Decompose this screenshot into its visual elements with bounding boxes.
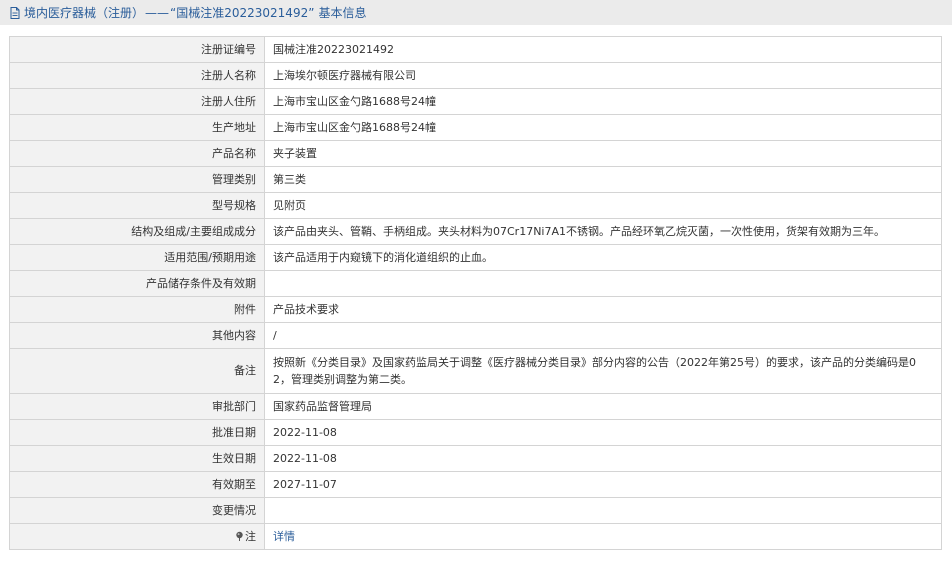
note-row-label: 注 [9,523,265,550]
table-row: 变更情况 [9,497,942,524]
pin-icon [236,531,243,541]
row-value: 上海埃尔顿医疗器械有限公司 [264,62,942,89]
row-value: 该产品由夹头、管鞘、手柄组成。夹头材料为07Cr17Ni7A1不锈钢。产品经环氧… [264,218,942,245]
row-value: 2022-11-08 [264,445,942,472]
row-value: 夹子装置 [264,140,942,167]
header-category: 境内医疗器械（注册） [24,6,145,20]
registration-info-table: 注册证编号 国械注准20223021492 注册人名称 上海埃尔顿医疗器械有限公… [9,36,942,550]
row-label: 注册证编号 [9,36,265,63]
note-label: 注 [245,529,256,543]
page-header: 境内医疗器械（注册） —— “国械注准20223021492” 基本信息 [0,0,952,25]
row-value: 按照新《分类目录》及国家药监局关于调整《医疗器械分类目录》部分内容的公告（202… [264,348,942,394]
row-label: 附件 [9,296,265,323]
row-label: 有效期至 [9,471,265,498]
row-value: 见附页 [264,192,942,219]
table-row: 附件 产品技术要求 [9,296,942,323]
row-label: 适用范围/预期用途 [9,244,265,271]
note-row-value: 详情 [264,523,942,550]
details-link[interactable]: 详情 [273,530,295,543]
table-row: 注 详情 [9,523,942,550]
table-row: 审批部门 国家药品监督管理局 [9,393,942,420]
header-suffix: 基本信息 [318,6,367,20]
table-row: 产品储存条件及有效期 [9,270,942,297]
row-label: 备注 [9,348,265,394]
row-label: 变更情况 [9,497,265,524]
table-row: 生产地址 上海市宝山区金勺路1688号24幢 [9,114,942,141]
table-row: 有效期至 2027-11-07 [9,471,942,498]
row-label: 型号规格 [9,192,265,219]
row-value: 国械注准20223021492 [264,36,942,63]
row-label: 结构及组成/主要组成成分 [9,218,265,245]
row-label: 注册人名称 [9,62,265,89]
header-registration-number: “国械注准20223021492” [170,6,315,20]
row-label: 产品名称 [9,140,265,167]
table-row: 其他内容 / [9,322,942,349]
row-label: 审批部门 [9,393,265,420]
table-row: 结构及组成/主要组成成分 该产品由夹头、管鞘、手柄组成。夹头材料为07Cr17N… [9,218,942,245]
table-row: 备注 按照新《分类目录》及国家药监局关于调整《医疗器械分类目录》部分内容的公告（… [9,348,942,394]
header-dash: —— [145,5,170,20]
table-row: 产品名称 夹子装置 [9,140,942,167]
row-value: / [264,322,942,349]
table-row: 管理类别 第三类 [9,166,942,193]
table-row: 适用范围/预期用途 该产品适用于内窥镜下的消化道组织的止血。 [9,244,942,271]
row-value: 第三类 [264,166,942,193]
row-label: 生产地址 [9,114,265,141]
row-label: 管理类别 [9,166,265,193]
row-value: 2027-11-07 [264,471,942,498]
row-label: 产品储存条件及有效期 [9,270,265,297]
row-label: 其他内容 [9,322,265,349]
row-value: 2022-11-08 [264,419,942,446]
table-row: 注册证编号 国械注准20223021492 [9,36,942,63]
row-value: 国家药品监督管理局 [264,393,942,420]
row-value: 上海市宝山区金勺路1688号24幢 [264,114,942,141]
table-row: 注册人住所 上海市宝山区金勺路1688号24幢 [9,88,942,115]
table-row: 型号规格 见附页 [9,192,942,219]
row-value [264,270,942,297]
table-row: 批准日期 2022-11-08 [9,419,942,446]
row-value: 该产品适用于内窥镜下的消化道组织的止血。 [264,244,942,271]
table-row: 生效日期 2022-11-08 [9,445,942,472]
row-value: 产品技术要求 [264,296,942,323]
row-value: 上海市宝山区金勺路1688号24幢 [264,88,942,115]
table-row: 注册人名称 上海埃尔顿医疗器械有限公司 [9,62,942,89]
document-icon [10,6,20,19]
row-label: 注册人住所 [9,88,265,115]
row-label: 生效日期 [9,445,265,472]
row-label: 批准日期 [9,419,265,446]
row-value [264,497,942,524]
